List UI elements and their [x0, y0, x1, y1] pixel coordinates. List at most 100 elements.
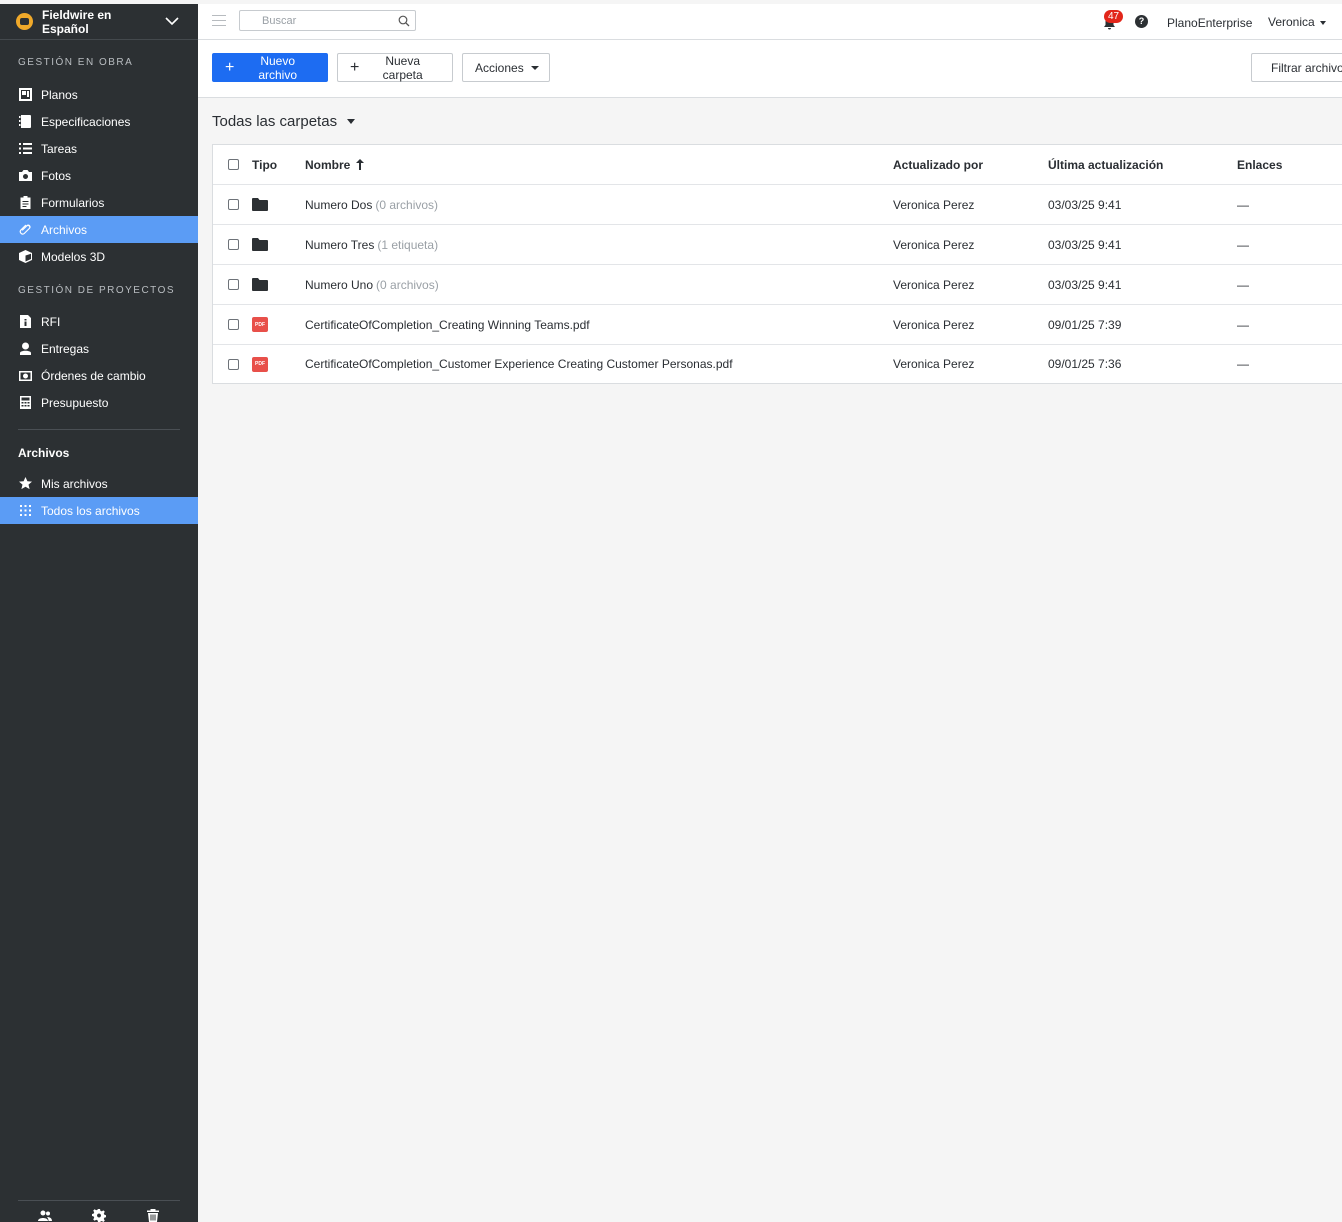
file-name-text: CertificateOfCompletion_Creating Winning… — [305, 317, 590, 332]
sidebar-item-label: Archivos — [41, 222, 88, 237]
star-icon — [18, 477, 32, 491]
file-name-text: CertificateOfCompletion_Customer Experie… — [305, 357, 733, 371]
user-menu[interactable]: Veronica — [1268, 15, 1326, 29]
sidebar-item-label: Formularios — [41, 195, 105, 210]
files-toolbar: + Nuevo archivo + Nueva carpeta Acciones F… — [198, 40, 1342, 98]
new-file-button[interactable]: + Nuevo archivo — [212, 53, 328, 82]
sort-ascending-icon[interactable] — [356, 159, 365, 170]
filter-files-label: Filtrar archivos — [1271, 60, 1342, 75]
tasks-icon — [18, 142, 32, 156]
table-row[interactable]: Numero Tres (1 etiqueta) Veronica Perez 0… — [213, 225, 1342, 265]
change-order-icon — [18, 369, 32, 383]
search-icon[interactable] — [398, 15, 410, 27]
actions-dropdown[interactable]: Acciones — [462, 53, 550, 82]
sidebar-item-archivos[interactable]: Archivos — [0, 216, 198, 243]
row-checkbox[interactable] — [228, 225, 239, 264]
project-switcher[interactable]: Fieldwire en Español — [0, 4, 198, 40]
column-header-updated-by[interactable]: Actualizado por — [893, 145, 983, 184]
sidebar-divider — [18, 1200, 180, 1201]
sidebar-item-fotos[interactable]: Fotos — [0, 162, 198, 189]
column-header-name[interactable]: Nombre — [305, 145, 365, 184]
sidebar-item-planos[interactable]: Planos — [0, 81, 198, 108]
chevron-down-icon[interactable] — [158, 12, 186, 32]
hamburger-icon[interactable] — [212, 15, 226, 27]
grid-icon — [18, 504, 32, 518]
trash-icon[interactable] — [146, 1209, 160, 1222]
camera-icon — [18, 169, 32, 183]
section-title-proyectos: GESTIÓN DE PROYECTOS — [18, 285, 176, 296]
file-meta: (0 archivos) — [375, 197, 439, 212]
sidebar-item-mis-archivos[interactable]: Mis archivos — [0, 470, 198, 497]
new-folder-label: Nueva carpeta — [382, 53, 423, 82]
table-row[interactable]: Numero Uno (0 archivos) Veronica Perez 03… — [213, 265, 1342, 305]
help-icon[interactable]: ? — [1135, 15, 1148, 28]
links: — — [1237, 277, 1249, 292]
plans-icon — [18, 88, 32, 102]
file-name-text: Numero Uno — [305, 277, 374, 292]
sidebar-item-label: Modelos 3D — [41, 249, 106, 264]
row-checkbox[interactable] — [228, 305, 239, 344]
updated-by: Veronica Perez — [893, 277, 975, 292]
sidebar-item-label: Mis archivos — [41, 476, 108, 491]
file-name[interactable]: Numero Uno (0 archivos) — [305, 265, 439, 304]
file-name[interactable]: Numero Tres (1 etiqueta) — [305, 225, 438, 264]
folder-icon — [252, 238, 268, 251]
table-row[interactable]: PDF CertificateOfCompletion_Customer Exp… — [213, 345, 1342, 383]
calculator-icon — [18, 396, 32, 410]
select-all-checkbox[interactable] — [228, 145, 239, 184]
table-header-row: Tipo Nombre Actualizado por Última actua… — [213, 145, 1342, 185]
file-name-text: Numero Dos — [305, 197, 373, 212]
last-update: 03/03/25 9:41 — [1048, 237, 1122, 252]
team-icon[interactable] — [38, 1209, 52, 1222]
notification-badge[interactable]: 47 — [1104, 10, 1123, 23]
gear-icon[interactable] — [92, 1209, 106, 1222]
files-group-title: Archivos — [18, 446, 70, 460]
sidebar-item-label: Todos los archivos — [41, 503, 140, 518]
row-checkbox[interactable] — [228, 265, 239, 304]
last-update: 09/01/25 7:39 — [1048, 317, 1122, 332]
sidebar-item-entregas[interactable]: Entregas — [0, 335, 198, 362]
links: — — [1237, 317, 1249, 332]
sidebar-item-tareas[interactable]: Tareas — [0, 135, 198, 162]
column-header-last-update[interactable]: Última actualización — [1048, 145, 1163, 184]
plus-icon: + — [225, 58, 235, 76]
sidebar-item-label: Entregas — [41, 341, 90, 356]
filter-files-button[interactable]: Filtrar archivos — [1251, 53, 1342, 82]
search-input[interactable] — [262, 11, 402, 30]
table-row[interactable]: PDF CertificateOfCompletion_Creating Win… — [213, 305, 1342, 345]
sidebar-item-modelos-3d[interactable]: Modelos 3D — [0, 243, 198, 270]
cube-icon — [18, 250, 32, 264]
column-header-type[interactable]: Tipo — [252, 145, 277, 184]
folder-icon — [252, 278, 268, 291]
last-update: 09/01/25 7:36 — [1048, 357, 1122, 371]
file-meta: (0 archivos) — [376, 277, 439, 292]
sidebar-item-especificaciones[interactable]: Especificaciones — [0, 108, 198, 135]
row-checkbox[interactable] — [228, 185, 239, 224]
table-row[interactable]: Numero Dos (0 archivos) Veronica Perez 03… — [213, 185, 1342, 225]
sidebar-item-todos-los-archivos[interactable]: Todos los archivos — [0, 497, 198, 524]
folder-selector[interactable]: Todas las carpetas — [212, 113, 356, 130]
user-name: Veronica — [1268, 15, 1315, 29]
file-name[interactable]: Numero Dos (0 archivos) — [305, 185, 438, 224]
sidebar-item-ordenes-de-cambio[interactable]: Órdenes de cambio — [0, 362, 198, 389]
caret-down-icon — [347, 119, 356, 124]
sidebar-item-formularios[interactable]: Formularios — [0, 189, 198, 216]
updated-by: Veronica Perez — [893, 317, 975, 332]
links: — — [1237, 357, 1249, 371]
search-box[interactable] — [239, 10, 416, 31]
column-header-links[interactable]: Enlaces — [1237, 145, 1282, 184]
sidebar-item-label: Presupuesto — [41, 395, 109, 410]
sidebar-item-rfi[interactable]: RFI — [0, 308, 198, 335]
new-folder-button[interactable]: + Nueva carpeta — [337, 53, 453, 82]
user-icon — [18, 342, 32, 356]
sidebar-footer — [0, 1200, 198, 1222]
column-header-name-label: Nombre — [305, 157, 351, 172]
sidebar-item-label: RFI — [41, 314, 61, 329]
row-checkbox[interactable] — [228, 345, 239, 383]
sidebar: Fieldwire en Español GESTIÓN EN OBRA Pla… — [0, 4, 198, 1222]
sidebar-item-presupuesto[interactable]: Presupuesto — [0, 389, 198, 416]
section-title-obra: GESTIÓN EN OBRA — [18, 57, 134, 68]
file-name[interactable]: CertificateOfCompletion_Customer Experie… — [305, 345, 733, 383]
organization-name[interactable]: PlanoEnterprise — [1167, 16, 1252, 30]
file-name[interactable]: CertificateOfCompletion_Creating Winning… — [305, 305, 590, 344]
